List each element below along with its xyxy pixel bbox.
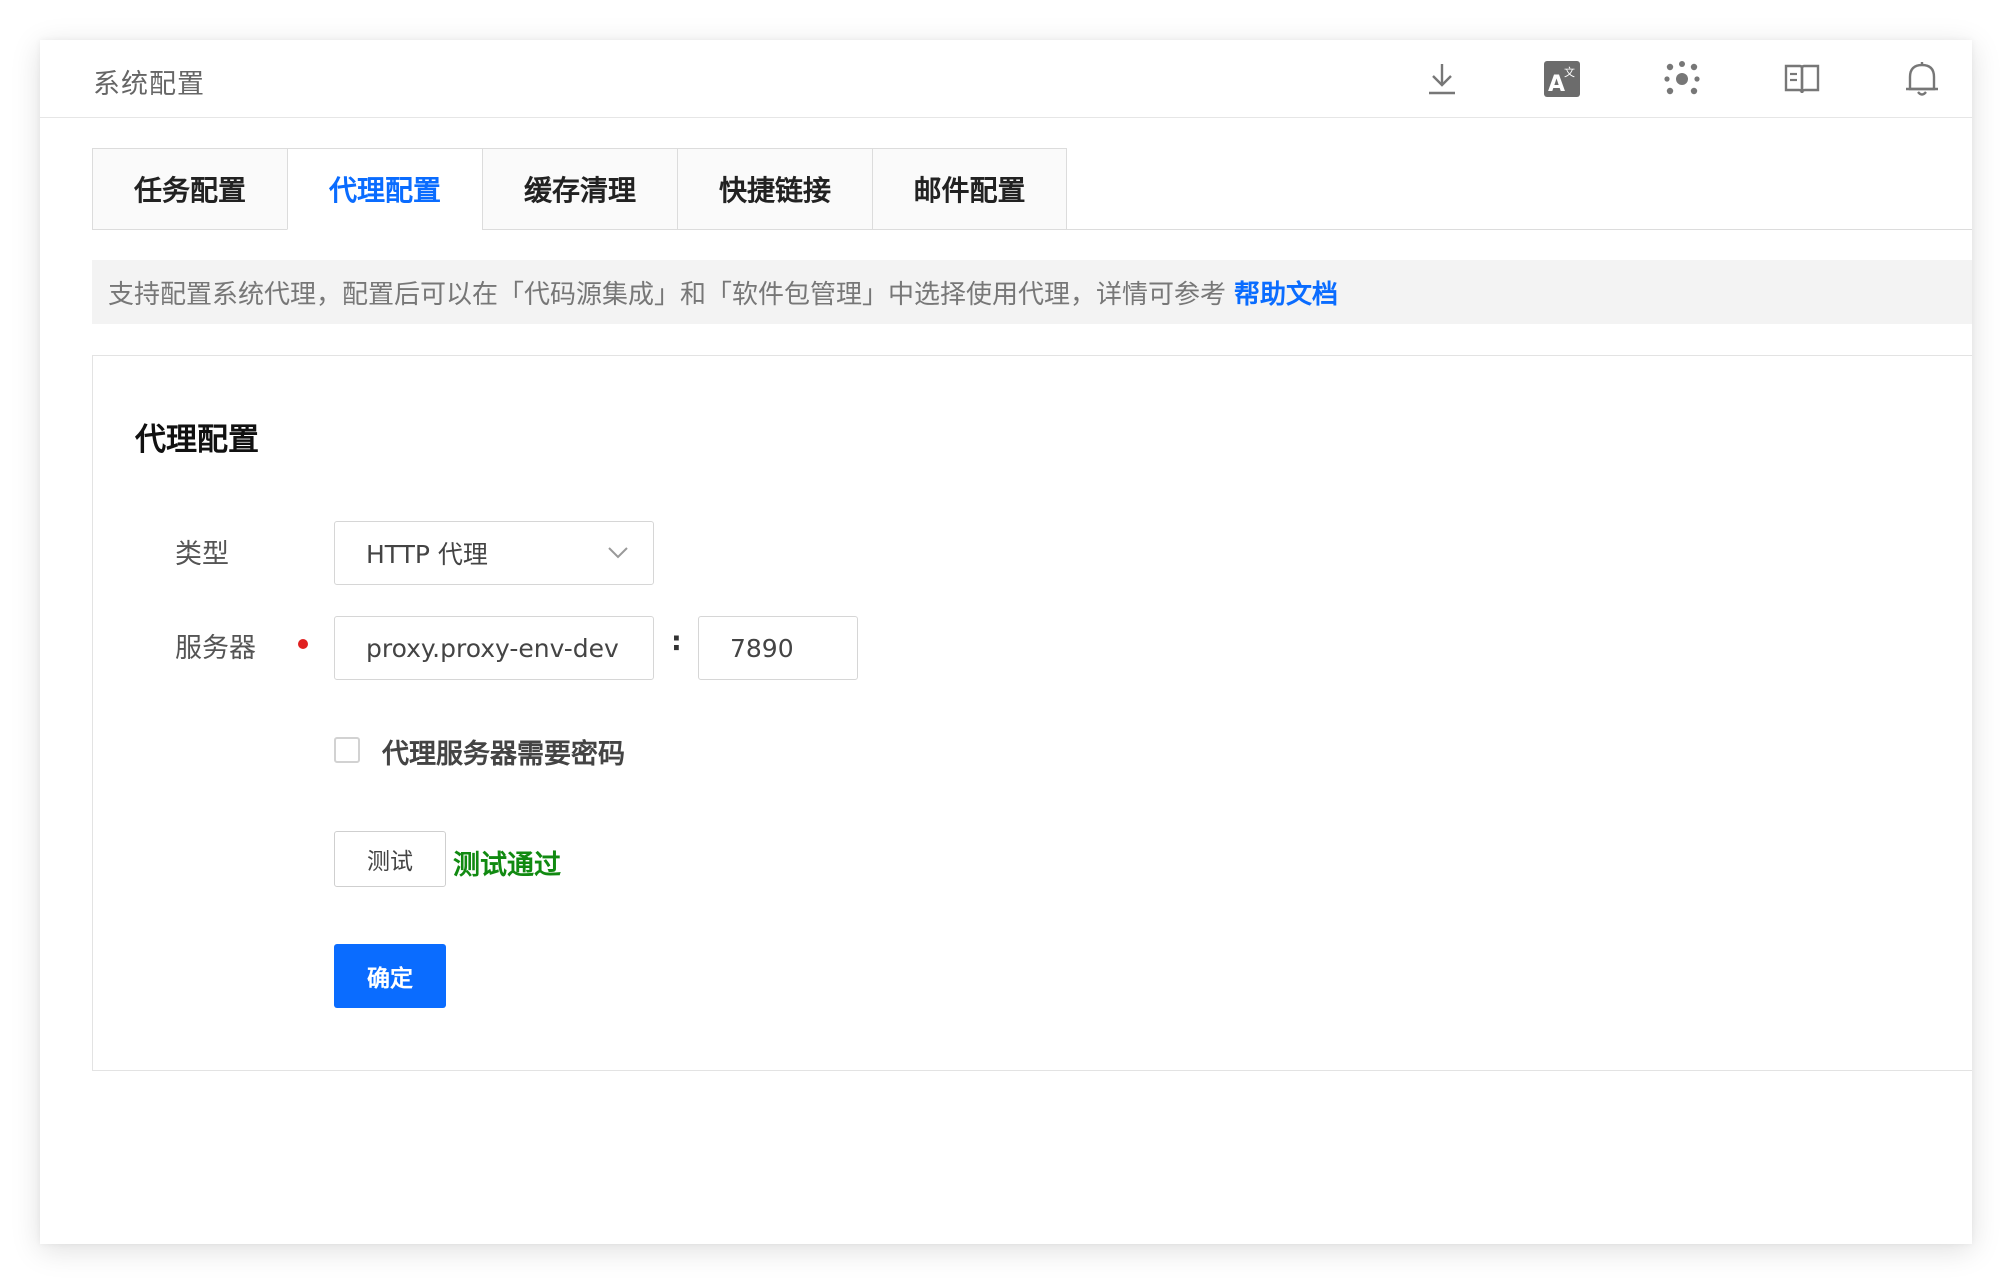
server-label: 服务器: [175, 633, 256, 664]
book-icon[interactable]: [1781, 58, 1823, 100]
test-status-text: 测试通过: [453, 850, 561, 881]
download-icon[interactable]: [1421, 58, 1463, 100]
svg-text:文: 文: [1564, 65, 1575, 79]
confirm-button[interactable]: 确定: [334, 944, 446, 1008]
required-indicator: [298, 639, 308, 649]
auth-required-checkbox[interactable]: [334, 737, 360, 763]
server-host-input[interactable]: [334, 616, 654, 680]
type-label: 类型: [175, 539, 229, 570]
proxy-type-value: HTTP 代理: [366, 540, 488, 569]
proxy-config-panel: 代理配置 类型 HTTP 代理 服务器 : 代理服务器需要密码 测试 测试通过 …: [92, 355, 1972, 1071]
bell-icon[interactable]: [1901, 58, 1943, 100]
tab-shortcut-links[interactable]: 快捷链接: [677, 148, 872, 230]
server-port-input[interactable]: [698, 616, 858, 680]
page-title: 系统配置: [93, 69, 205, 100]
tab-bar: 任务配置 代理配置 缓存清理 快捷链接 邮件配置: [92, 148, 1067, 230]
translate-icon[interactable]: A 文: [1541, 58, 1583, 100]
tab-proxy-config[interactable]: 代理配置: [287, 148, 482, 230]
info-banner: 支持配置系统代理，配置后可以在「代码源集成」和「软件包管理」中选择使用代理，详情…: [92, 260, 1972, 324]
info-text: 支持配置系统代理，配置后可以在「代码源集成」和「软件包管理」中选择使用代理，详情…: [108, 279, 1227, 310]
proxy-type-select[interactable]: HTTP 代理: [334, 521, 654, 585]
app-window: 系统配置 A 文 任务配置 代理配置 缓存清理 快捷链接 邮件配置 支持配置系统…: [40, 40, 1972, 1244]
test-button[interactable]: 测试: [334, 831, 446, 887]
auth-required-label[interactable]: 代理服务器需要密码: [382, 732, 625, 771]
dots-cluster-icon[interactable]: [1661, 58, 1703, 100]
chevron-down-icon: [608, 547, 628, 559]
help-doc-link[interactable]: 帮助文档: [1234, 274, 1338, 311]
host-port-separator: :: [671, 626, 682, 657]
panel-title: 代理配置: [135, 422, 259, 458]
tab-mail-config[interactable]: 邮件配置: [872, 148, 1067, 230]
tab-task-config[interactable]: 任务配置: [92, 148, 287, 230]
top-bar: 系统配置 A 文: [40, 40, 1972, 118]
svg-text:A: A: [1548, 72, 1565, 97]
tab-cache-clean[interactable]: 缓存清理: [482, 148, 677, 230]
